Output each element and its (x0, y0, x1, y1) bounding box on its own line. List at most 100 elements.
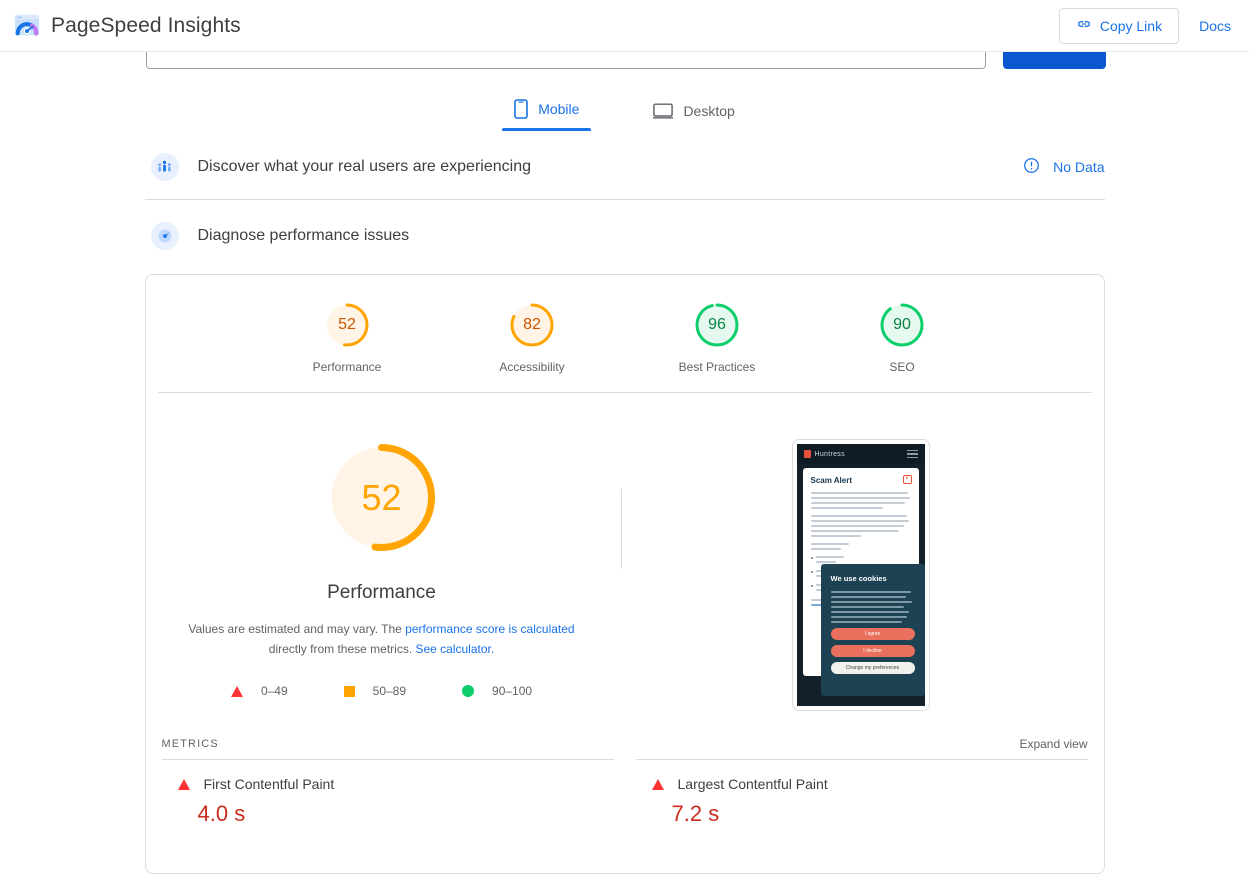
metric-label: First Contentful Paint (203, 776, 335, 792)
see-calculator-link[interactable]: See calculator. (415, 642, 494, 656)
monitor-icon (653, 103, 674, 119)
score-desc-part2: directly from these metrics. (268, 642, 416, 656)
no-data-status[interactable]: No Data (1023, 157, 1105, 177)
thumb-paragraph (810, 492, 911, 509)
category-score-best-practices[interactable]: 96 Best Practices (657, 301, 777, 374)
red-triangle-icon (177, 778, 190, 790)
vertical-divider (620, 489, 622, 569)
real-users-icon (150, 153, 179, 181)
tab-mobile[interactable]: Mobile (502, 99, 592, 131)
gauge-accessibility-small: 82 (508, 301, 556, 349)
gauge-best-practices-small: 96 (693, 301, 741, 349)
gauge-accessibility-label: Accessibility (499, 360, 565, 374)
thumb-paragraph (810, 543, 911, 550)
category-score-seo[interactable]: 90 SEO (842, 301, 962, 374)
huntress-logo-icon (803, 450, 811, 458)
brand: PageSpeed Insights (14, 13, 241, 39)
tab-mobile-label: Mobile (538, 101, 580, 117)
metric-first-contentful-paint[interactable]: First Contentful Paint 4.0 s (176, 760, 600, 827)
results-card: 52 Performance 82 Accessibility 96 Best … (144, 274, 1105, 874)
category-score-accessibility[interactable]: 82 Accessibility (472, 301, 592, 374)
pagespeed-gauge-logo-icon (14, 13, 40, 39)
legend-item-poor: 0–49 (230, 684, 288, 698)
metrics-header: METRICS Expand view (146, 711, 1104, 759)
metrics-grid: First Contentful Paint 4.0 s Largest Con… (146, 759, 1104, 827)
thumb-cookie-banner: We use cookies I agree I decline Change … (820, 564, 925, 696)
gauge-performance-small: 52 (323, 301, 371, 349)
metric-name-row: Largest Contentful Paint (651, 776, 1072, 792)
app-header: PageSpeed Insights Copy Link Docs (0, 0, 1249, 52)
thumb-dialog-title: Scam Alert (810, 476, 853, 485)
thumb-cookie-agree-button: I agree (830, 628, 915, 640)
thumb-brand: Huntress (814, 450, 845, 458)
link-icon (1076, 16, 1092, 35)
main-score-value: 52 (361, 476, 402, 518)
main-score-description: Values are estimated and may vary. The p… (187, 619, 577, 659)
thumb-paragraph (810, 515, 911, 537)
main-content: Mobile Desktop Discover what your real u… (0, 69, 1249, 874)
red-triangle-icon (651, 778, 664, 790)
legend-item-good: 90–100 (462, 684, 532, 698)
phone-icon (514, 99, 528, 119)
category-scores-row: 52 Performance 82 Accessibility 96 Best … (157, 275, 1092, 393)
gauge-performance-value: 52 (338, 316, 356, 333)
metric-largest-contentful-paint[interactable]: Largest Contentful Paint 7.2 s (650, 760, 1074, 827)
gauge-best-practices-label: Best Practices (678, 360, 756, 374)
metric-label: Largest Contentful Paint (677, 776, 828, 792)
close-x-icon: × (902, 475, 912, 484)
green-circle-icon (462, 685, 475, 697)
url-search-strip (0, 52, 1249, 69)
main-score-block: 52 Performance Values are estimated and … (146, 439, 618, 711)
legend-label-average: 50–89 (372, 684, 407, 698)
tab-desktop[interactable]: Desktop (641, 103, 746, 131)
metric-name-row: First Contentful Paint (177, 776, 598, 792)
category-score-performance[interactable]: 52 Performance (287, 301, 407, 374)
copy-link-label: Copy Link (1099, 17, 1163, 34)
tab-desktop-label: Desktop (683, 103, 735, 119)
url-input[interactable] (146, 52, 986, 69)
thumb-cookie-title: We use cookies (830, 574, 887, 583)
thumb-topbar: Huntress (796, 444, 925, 464)
info-circle-icon (1023, 157, 1040, 177)
metrics-heading: METRICS (161, 738, 219, 750)
metric-value: 4.0 s (197, 801, 246, 826)
field-data-section-header: Discover what your real users are experi… (144, 131, 1105, 200)
hamburger-menu-icon (906, 449, 918, 459)
phone-screenshot: Huntress × Scam Alert We use cookies I a… (796, 444, 925, 706)
main-score-label: Performance (327, 582, 436, 603)
thumb-cookie-decline-button: I decline (830, 645, 915, 657)
gauge-accessibility-value: 82 (523, 316, 541, 333)
gauge-seo-label: SEO (889, 360, 915, 374)
orange-square-icon (343, 685, 355, 697)
expand-view-button[interactable]: Expand view (1019, 737, 1091, 751)
field-data-title: Discover what your real users are experi… (197, 158, 531, 175)
gauge-seo-small: 90 (878, 301, 926, 349)
red-triangle-icon (230, 685, 243, 697)
page-title: PageSpeed Insights (51, 13, 241, 37)
device-tabs: Mobile Desktop (0, 69, 1249, 131)
main-score-area: 52 Performance Values are estimated and … (146, 393, 1104, 711)
no-data-label: No Data (1053, 159, 1105, 175)
legend-item-average: 50–89 (343, 684, 407, 698)
gauge-seo-value: 90 (893, 316, 911, 333)
metrics-column-right: Largest Contentful Paint 7.2 s (635, 759, 1088, 827)
diagnose-gauge-icon (150, 222, 179, 250)
docs-link[interactable]: Docs (1199, 18, 1231, 34)
legend-label-poor: 0–49 (260, 684, 288, 698)
metrics-column-left: First Contentful Paint 4.0 s (161, 759, 614, 827)
performance-score-link[interactable]: performance score is calculated (405, 622, 574, 636)
analyze-button[interactable] (1003, 52, 1106, 69)
phone-screenshot-frame[interactable]: Huntress × Scam Alert We use cookies I a… (791, 439, 930, 711)
legend-label-good: 90–100 (492, 684, 533, 698)
copy-link-button[interactable]: Copy Link (1058, 7, 1180, 44)
gauge-best-practices-value: 96 (708, 316, 726, 333)
score-legend: 0–49 50–89 90–100 (230, 684, 532, 698)
metric-value: 7.2 s (671, 801, 720, 826)
gauge-performance-label: Performance (312, 360, 382, 374)
gauge-performance-large: 52 (323, 439, 440, 556)
thumb-cookie-preferences-button: Change my preferences (830, 662, 915, 674)
screenshot-preview-area: Huntress × Scam Alert We use cookies I a… (618, 439, 1104, 711)
lab-data-section-header: Diagnose performance issues (145, 200, 1105, 268)
lab-data-title: Diagnose performance issues (197, 227, 410, 244)
score-desc-part1: Values are estimated and may vary. The (188, 622, 406, 636)
